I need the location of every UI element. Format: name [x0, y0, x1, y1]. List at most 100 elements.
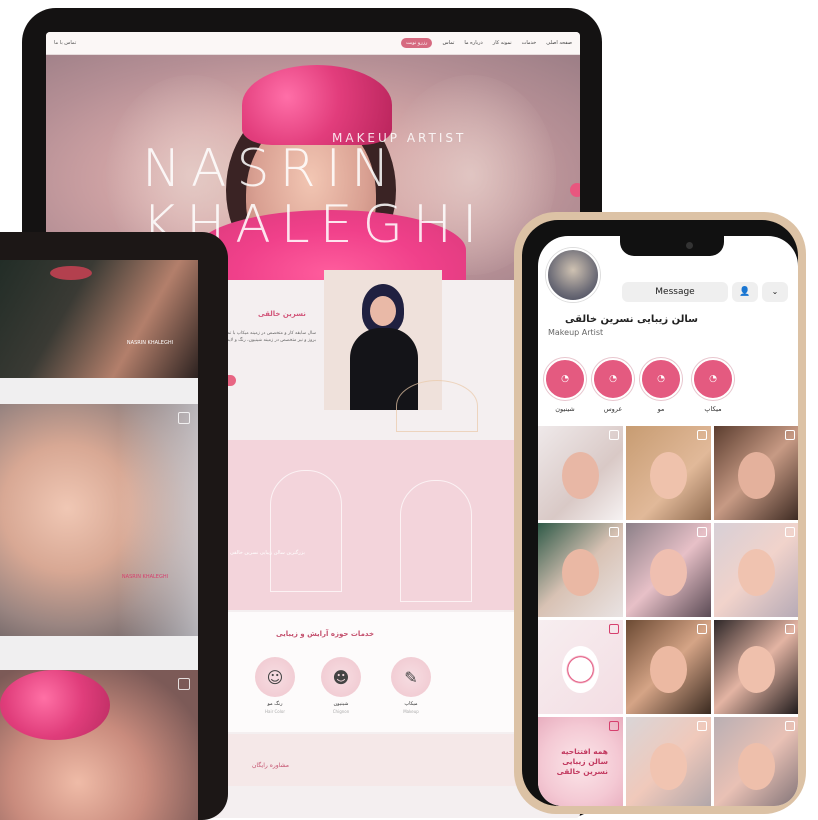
watermark-logo-2: NASRIN KHALEGHI: [121, 574, 169, 580]
highlight-bride[interactable]: ◔ عروس: [592, 358, 634, 413]
highlight-label: مو: [657, 405, 665, 413]
post-face: [649, 743, 688, 791]
portfolio-image-3[interactable]: [0, 670, 198, 820]
carousel-icon: [178, 678, 190, 690]
service-hair-color[interactable]: ☺ رنگ مو Hair Color: [250, 657, 300, 714]
reel-icon: [785, 430, 795, 440]
highlight-chignon[interactable]: ◔ شینیون: [544, 358, 586, 413]
message-button[interactable]: Message: [622, 282, 728, 302]
highlight-logo-icon: ◔: [592, 358, 634, 400]
portfolio-image-2[interactable]: NASRIN KHALEGHI: [0, 404, 198, 636]
profile-avatar[interactable]: [546, 248, 600, 302]
promo-text: همه افتتاحیه سالن زیبایی نسرین خالقی: [556, 747, 608, 776]
consult-band: مشاوره رایگان: [200, 734, 534, 786]
pink-crown: [0, 670, 110, 740]
website-navbar: تماس با ما رزرو نوبت تماس درباره ما نمون…: [46, 32, 580, 55]
post-6[interactable]: [714, 523, 798, 617]
portfolio-image-1[interactable]: NASRIN KHALEGHI: [0, 260, 198, 378]
nav-item-home[interactable]: صفحه اصلی: [546, 40, 572, 46]
highlight-makeup[interactable]: ◔ میکاپ: [692, 358, 734, 413]
nav-item-services[interactable]: خدمات: [522, 40, 537, 46]
post-5[interactable]: [626, 523, 711, 617]
lips-detail: [50, 266, 92, 280]
highlight-label: عروس: [603, 405, 623, 413]
highlight-logo-icon: ◔: [544, 358, 586, 400]
photo-face: [370, 296, 396, 326]
hair-color-icon: ☺: [255, 657, 295, 697]
post-9[interactable]: [714, 620, 798, 714]
portfolio-gap: [0, 636, 198, 670]
follow-user-icon[interactable]: 👤: [732, 282, 758, 302]
highlight-logo-icon: ◔: [640, 358, 682, 400]
post-face: [737, 646, 776, 694]
reel-icon: [609, 721, 619, 731]
chignon-icon: ☻: [321, 657, 361, 697]
phone-frame: Message 👤 ⌄ سالن زیبایی نسرین خالقی Make…: [514, 212, 806, 814]
arch-decoration-2: [400, 480, 472, 602]
service-sub: Makeup: [403, 709, 419, 714]
tablet-small-frame: NASRIN KHALEGHI NASRIN KHALEGHI: [0, 232, 228, 820]
reel-icon: [785, 624, 795, 634]
carousel-icon: [178, 412, 190, 424]
post-face: [649, 549, 688, 597]
nav-item-contact[interactable]: تماس: [442, 40, 454, 46]
reel-icon: [697, 624, 707, 634]
arch-decoration-1: [270, 470, 342, 592]
post-face: [561, 452, 600, 500]
portfolio-gap: [0, 378, 198, 404]
services-title: خدمات حوزه آرایش و زیبایی: [276, 630, 374, 638]
watermark-logo-1: NASRIN KHALEGHI: [126, 340, 174, 346]
reel-icon: [609, 430, 619, 440]
services-section: خدمات حوزه آرایش و زیبایی ☺ رنگ مو Hair …: [200, 612, 534, 732]
post-face: [649, 646, 688, 694]
chevron-down-icon[interactable]: ⌄: [762, 282, 788, 302]
nav-item-about[interactable]: درباره ما: [464, 40, 482, 46]
flower-decoration: [396, 380, 478, 432]
reel-icon: [785, 721, 795, 731]
reel-icon: [785, 527, 795, 537]
reel-icon: [697, 721, 707, 731]
post-3[interactable]: [714, 426, 798, 520]
post-8[interactable]: [626, 620, 711, 714]
nav-item-portfolio[interactable]: نمونه کار: [493, 40, 512, 46]
post-face: [561, 549, 600, 597]
post-7[interactable]: [538, 620, 623, 714]
service-label: شینیون: [333, 701, 349, 707]
service-sub: Hair Color: [265, 709, 285, 714]
post-12[interactable]: [714, 717, 798, 806]
makeup-icon: ✎: [391, 657, 431, 697]
post-face: [737, 452, 776, 500]
portfolio-screen: NASRIN KHALEGHI NASRIN KHALEGHI: [0, 260, 198, 820]
post-4[interactable]: [538, 523, 623, 617]
highlight-hair[interactable]: ◔ مو: [640, 358, 682, 413]
phone-bezel: Message 👤 ⌄ سالن زیبایی نسرین خالقی Make…: [522, 220, 798, 806]
highlight-label: شینیون: [555, 405, 575, 413]
profile-role: Makeup Artist: [548, 328, 604, 337]
consult-title: مشاوره رایگان: [252, 762, 290, 769]
service-makeup[interactable]: ✎ میکاپ Makeup: [386, 657, 436, 714]
post-11[interactable]: [626, 717, 711, 806]
instagram-profile-screen: Message 👤 ⌄ سالن زیبایی نسرین خالقی Make…: [538, 236, 798, 806]
scroll-dot[interactable]: [570, 183, 580, 197]
post-face: [737, 549, 776, 597]
highlight-logo-icon: ◔: [692, 358, 734, 400]
bridal-veil: [118, 404, 198, 636]
about-section: نسرین خالقی ۱۵ سال سابقه کار و متخصص در …: [200, 250, 530, 432]
band-tagline: بزرگترین سالن زیبایی نسرین خالقی: [230, 550, 305, 556]
nav-contact-text[interactable]: تماس با ما: [54, 40, 76, 46]
post-face: [737, 743, 776, 791]
reel-icon: [609, 527, 619, 537]
service-sub: Chignon: [332, 709, 350, 714]
post-10[interactable]: همه افتتاحیه سالن زیبایی نسرین خالقی: [538, 717, 623, 806]
nav-cta-button[interactable]: رزرو نوبت: [400, 38, 433, 48]
about-name: نسرین خالقی: [258, 310, 306, 318]
brand-band: بزرگترین سالن زیبایی نسرین خالقی: [200, 440, 534, 610]
service-label: میکاپ: [404, 701, 418, 707]
profile-name: سالن زیبایی نسرین خالقی: [565, 314, 698, 325]
service-chignon[interactable]: ☻ شینیون Chignon: [316, 657, 366, 714]
post-1[interactable]: [538, 426, 623, 520]
post-2[interactable]: [626, 426, 711, 520]
post-face: [649, 452, 688, 500]
reel-icon: [697, 430, 707, 440]
hero-title-line1: NASRIN: [142, 139, 400, 199]
